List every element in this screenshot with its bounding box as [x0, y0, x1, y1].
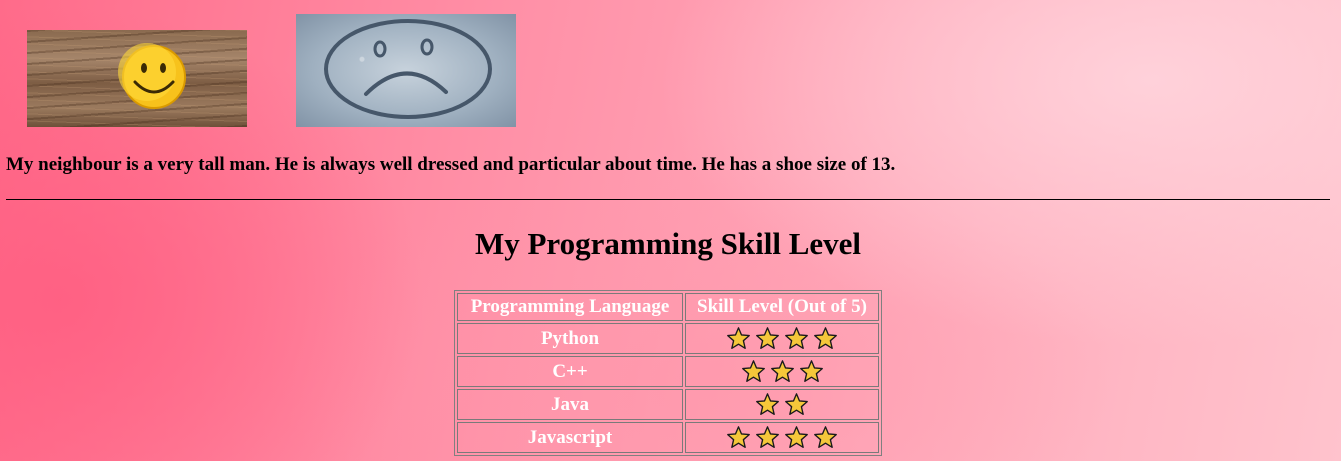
- skill-level-cell: [685, 356, 879, 387]
- star-icon: [799, 360, 823, 382]
- skills-title: My Programming Skill Level: [474, 226, 862, 261]
- star-rating: [726, 425, 838, 450]
- star-icon: [785, 426, 808, 448]
- star-icon: [741, 360, 765, 382]
- star-icon: [727, 426, 750, 448]
- divider: [6, 199, 1330, 200]
- header-skill-level: Skill Level (Out of 5): [685, 293, 879, 321]
- star-icon: [814, 426, 837, 448]
- language-cell: C++: [457, 356, 683, 387]
- neighbour-description: My neighbour is a very tall man. He is a…: [6, 154, 896, 175]
- table-row: Java: [457, 389, 879, 420]
- star-rating: [726, 326, 838, 351]
- skill-level-cell: [685, 422, 879, 453]
- star-rating: [741, 359, 824, 384]
- star-icon: [727, 327, 750, 349]
- star-icon: [756, 393, 779, 415]
- table-row: Javascript: [457, 422, 879, 453]
- language-cell: Java: [457, 389, 683, 420]
- star-icon: [770, 360, 794, 382]
- skill-level-cell: [685, 389, 879, 420]
- star-icon: [756, 426, 779, 448]
- header-language: Programming Language: [457, 293, 683, 321]
- language-cell: Python: [457, 323, 683, 354]
- skills-table: Programming Language Skill Level (Out of…: [454, 290, 882, 456]
- star-icon: [785, 327, 808, 349]
- star-icon: [756, 327, 779, 349]
- smiley-photo: [27, 30, 247, 127]
- table-row: C++: [457, 356, 879, 387]
- language-cell: Javascript: [457, 422, 683, 453]
- sad-face-photo: [296, 14, 516, 127]
- star-icon: [814, 327, 837, 349]
- table-header-row: Programming Language Skill Level (Out of…: [457, 293, 879, 321]
- star-icon: [785, 393, 808, 415]
- table-body: Python C++ Java Javascript: [457, 323, 879, 453]
- star-rating: [755, 392, 809, 417]
- skill-level-cell: [685, 323, 879, 354]
- table-row: Python: [457, 323, 879, 354]
